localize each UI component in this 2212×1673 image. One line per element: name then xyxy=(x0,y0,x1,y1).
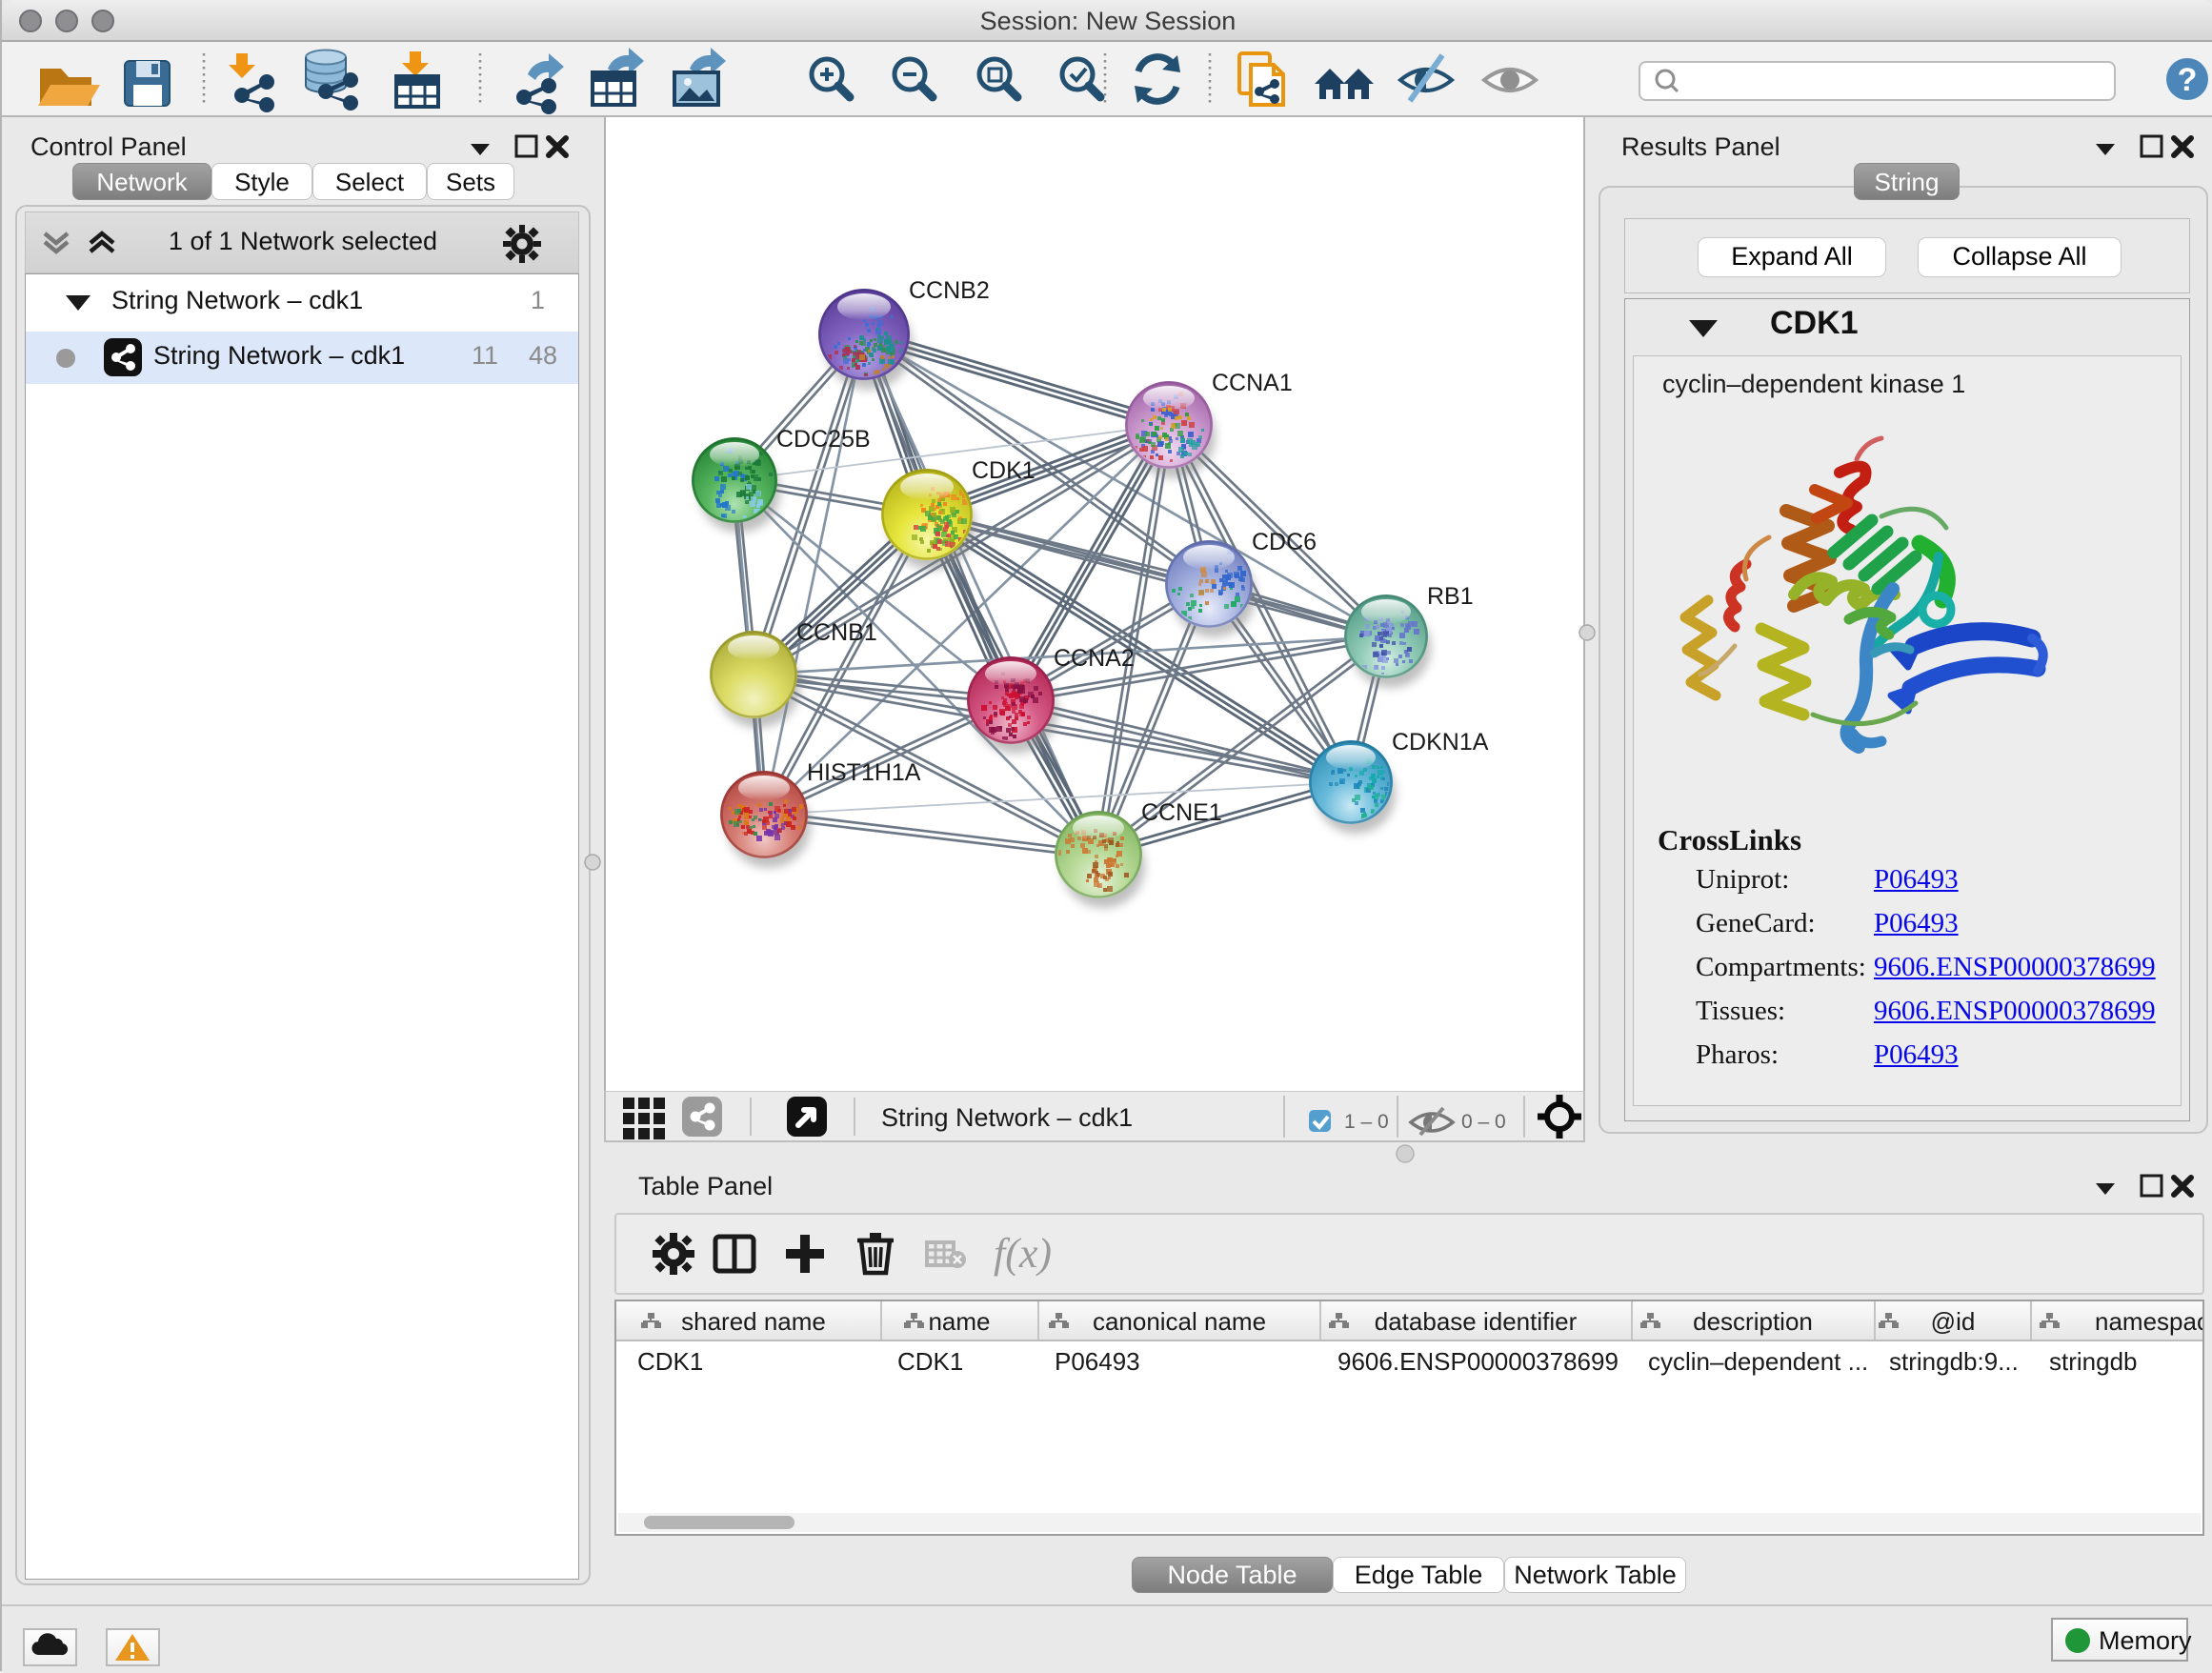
svg-text:CCNA1: CCNA1 xyxy=(1212,370,1293,396)
svg-text:shared name: shared name xyxy=(681,1307,826,1336)
svg-text:@id: @id xyxy=(1931,1307,1976,1336)
svg-text:CDK1: CDK1 xyxy=(897,1347,963,1376)
svg-text:stringdb: stringdb xyxy=(2049,1347,2138,1376)
svg-text:9606.ENSP00000378699: 9606.ENSP00000378699 xyxy=(1337,1347,1619,1376)
svg-text:CCNB1: CCNB1 xyxy=(796,619,877,646)
svg-text:1 – 0: 1 – 0 xyxy=(1344,1111,1389,1133)
svg-text:name: name xyxy=(928,1307,990,1336)
svg-text:CDC25B: CDC25B xyxy=(776,426,871,453)
svg-text:CCNE1: CCNE1 xyxy=(1141,799,1222,826)
svg-text:?: ? xyxy=(2178,62,2198,98)
svg-text:HIST1H1A: HIST1H1A xyxy=(807,759,921,786)
svg-text:0 – 0: 0 – 0 xyxy=(1461,1111,1506,1133)
svg-text:CDK1: CDK1 xyxy=(972,457,1036,484)
svg-text:CDKN1A: CDKN1A xyxy=(1392,729,1489,756)
svg-text:canonical name: canonical name xyxy=(1093,1307,1266,1336)
svg-text:CDK1: CDK1 xyxy=(637,1347,703,1376)
svg-text:cyclin–dependent ...: cyclin–dependent ... xyxy=(1648,1347,1868,1376)
svg-text:namespace: namespace xyxy=(2095,1307,2202,1336)
svg-text:P06493: P06493 xyxy=(1055,1347,1140,1376)
svg-text:CCNA2: CCNA2 xyxy=(1054,645,1135,672)
svg-text:RB1: RB1 xyxy=(1427,583,1474,610)
svg-text:String Network – cdk1: String Network – cdk1 xyxy=(881,1103,1133,1132)
svg-text:f(x): f(x) xyxy=(994,1230,1052,1277)
svg-text:description: description xyxy=(1693,1307,1813,1336)
svg-text:CCNB2: CCNB2 xyxy=(909,277,990,304)
svg-text:database identifier: database identifier xyxy=(1375,1307,1578,1336)
svg-text:stringdb:9...: stringdb:9... xyxy=(1889,1347,2019,1376)
svg-text:CDC6: CDC6 xyxy=(1252,529,1317,555)
